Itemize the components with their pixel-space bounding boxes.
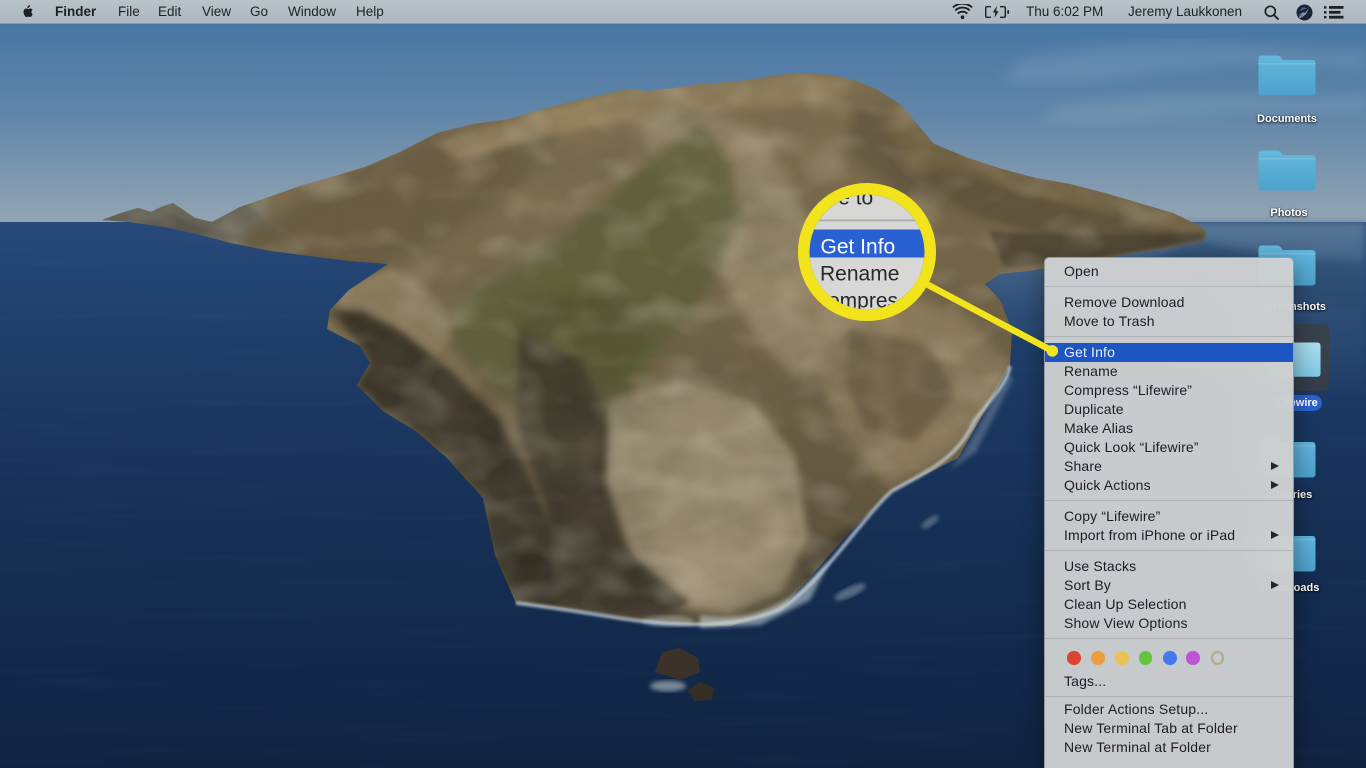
svg-text:Get Info: Get Info — [821, 236, 896, 259]
svg-text:Rename: Rename — [820, 263, 899, 286]
